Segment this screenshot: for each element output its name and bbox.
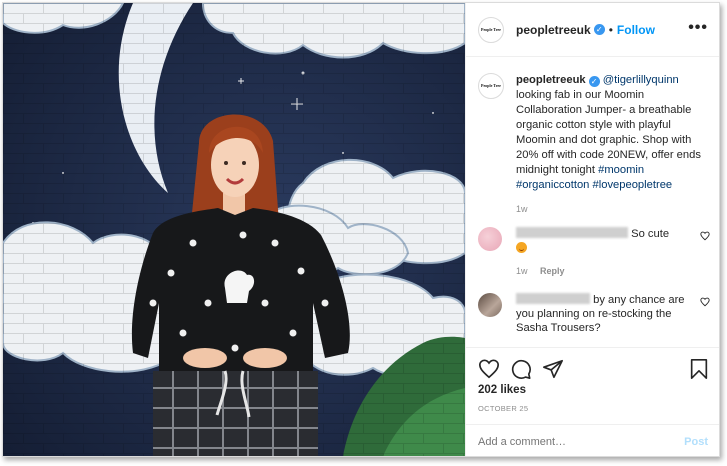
post-photo[interactable] [3, 3, 465, 456]
caption-time: 1w [516, 204, 528, 214]
hashtag-lovepeopletree[interactable]: #lovepeopletree [593, 179, 673, 191]
bookmark-icon[interactable] [688, 358, 710, 380]
photo-illustration [3, 3, 465, 456]
add-comment-input[interactable] [478, 435, 685, 448]
post-side-panel: People Tree peopletreeuk ✓ • Follow ••• … [465, 3, 719, 456]
caption-username[interactable]: peopletreeuk [516, 74, 586, 86]
caption-mention[interactable]: @tigerlillyquinn [603, 74, 679, 86]
comment-time: 1w [516, 266, 528, 276]
people-tree-logo: People Tree [481, 26, 501, 32]
like-comment-heart-icon[interactable] [700, 297, 710, 307]
like-comment-heart-icon[interactable] [700, 231, 710, 241]
post-header: People Tree peopletreeuk ✓ • Follow ••• [466, 3, 719, 57]
avatar[interactable] [478, 227, 502, 251]
blurred-username [516, 227, 628, 238]
comment-body: by any chance are you planning on re-sto… [516, 293, 686, 335]
share-icon[interactable] [542, 358, 564, 380]
caption: People Tree peopletreeuk ✓ @tigerlillyqui… [478, 73, 710, 217]
heart-icon[interactable] [478, 358, 500, 380]
smiling-emoji-icon [516, 242, 527, 253]
header-username[interactable]: peopletreeuk [516, 23, 591, 37]
verified-icon: ✓ [588, 76, 600, 87]
avatar[interactable]: People Tree [478, 16, 504, 43]
people-tree-logo: People Tree [481, 83, 501, 88]
hashtag-moomin[interactable]: #moomin [598, 164, 644, 176]
post-date: OCTOBER 25 [478, 404, 529, 413]
follow-button[interactable]: Follow [617, 23, 655, 37]
separator-dot: • [608, 22, 613, 37]
caption-body: looking fab in our Moomin Collaboration … [516, 89, 701, 176]
comment-icon[interactable] [510, 358, 532, 380]
comment-item: by any chance are you planning on re-sto… [478, 293, 710, 335]
verified-icon: ✓ [593, 24, 605, 35]
comment-item: So cute 1w Reply [478, 227, 710, 278]
like-count[interactable]: 202 likes [478, 384, 526, 396]
post-actions: 202 likes OCTOBER 25 Post [466, 347, 719, 456]
reply-button[interactable]: Reply [540, 266, 565, 276]
avatar[interactable] [478, 293, 502, 317]
caption-text: peopletreeuk ✓ @tigerlillyquinn looking f… [516, 73, 706, 217]
action-icons [478, 358, 710, 382]
post-comment-button[interactable]: Post [684, 436, 708, 448]
caption-avatar[interactable]: People Tree [478, 73, 504, 99]
comment-body: So cute 1w Reply [516, 227, 686, 278]
hashtag-organiccotton[interactable]: #organiccotton [516, 179, 589, 191]
add-comment-bar: Post [466, 424, 719, 456]
instagram-post-modal: People Tree peopletreeuk ✓ • Follow ••• … [2, 2, 720, 457]
more-icon[interactable]: ••• [688, 20, 708, 36]
comment-meta: 1w Reply [516, 264, 686, 278]
blurred-username [516, 293, 590, 304]
comment-text: So cute [631, 228, 670, 240]
